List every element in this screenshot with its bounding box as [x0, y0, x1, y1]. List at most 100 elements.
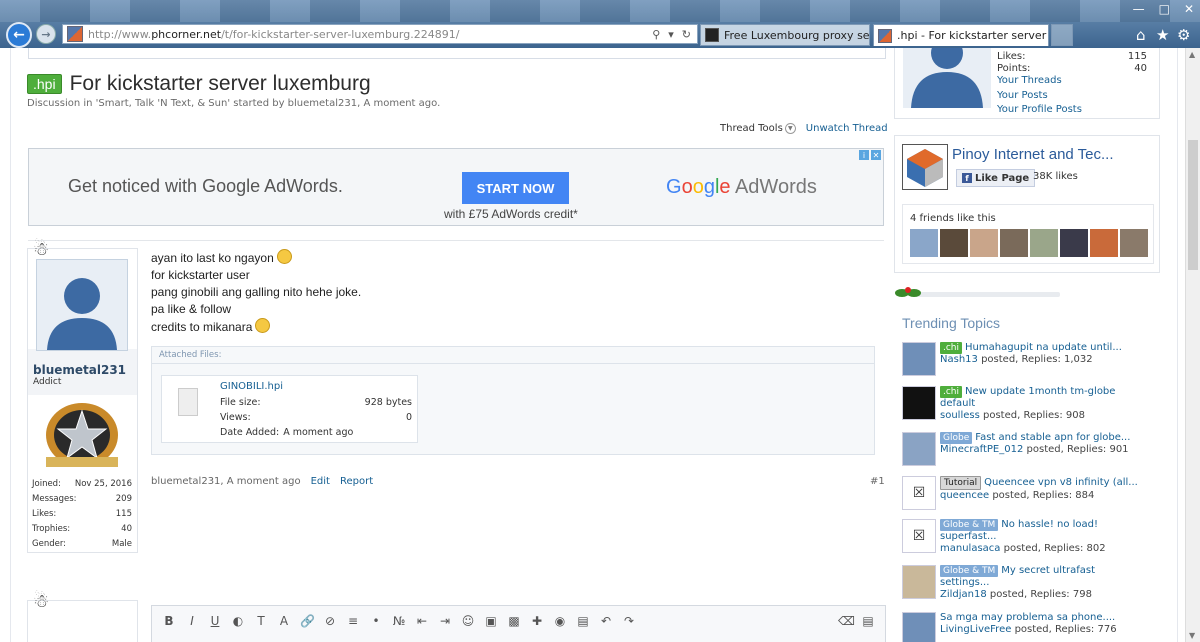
ad-info-icon[interactable]: i	[859, 150, 869, 160]
thread-prefix-badge[interactable]: Tutorial	[940, 476, 982, 490]
friend-avatar[interactable]	[940, 229, 968, 257]
trending-user-link[interactable]: LivingLiveFree	[940, 624, 1011, 635]
bullet-list-icon[interactable]: •	[369, 614, 383, 628]
thread-prefix-badge[interactable]: .chi	[940, 342, 963, 354]
color-icon[interactable]: ◐	[231, 614, 245, 628]
numbered-list-icon[interactable]: №	[392, 614, 406, 628]
trending-item[interactable]: Globe & TM My secret ultrafast settings...…	[902, 565, 1157, 605]
thread-prefix-badge[interactable]: Globe & TM	[940, 519, 999, 531]
source-icon[interactable]: ▤	[861, 614, 875, 628]
your-threads-link[interactable]: Your Threads	[997, 75, 1062, 86]
align-icon[interactable]: ≡	[346, 614, 360, 628]
insert-icon[interactable]: ✚	[530, 614, 544, 628]
trending-thread-link[interactable]: Queencee vpn v8 infinity (all...	[984, 477, 1138, 488]
thread-thumbnail[interactable]	[902, 342, 936, 376]
friend-avatar[interactable]	[970, 229, 998, 257]
trending-thread-link[interactable]: Humahagupit na update until...	[965, 342, 1122, 353]
trending-item[interactable]: .chi Humahagupit na update until... Nash1…	[902, 342, 1157, 382]
ad-choices[interactable]: i ✕	[859, 150, 881, 160]
trending-user-link[interactable]: MinecraftPE_012	[940, 444, 1023, 455]
unwatch-thread-link[interactable]: Unwatch Thread	[806, 123, 888, 134]
thread-thumbnail[interactable]: ☒	[902, 476, 936, 510]
thread-thumbnail[interactable]	[902, 565, 936, 599]
favorites-icon[interactable]: ★	[1156, 26, 1169, 44]
font-size-icon[interactable]: T	[254, 614, 268, 628]
thread-thumbnail[interactable]	[902, 612, 936, 642]
trending-thread-link[interactable]: Fast and stable apn for globe...	[975, 432, 1130, 443]
ad-start-now-button[interactable]: START NOW	[462, 172, 569, 204]
avatar[interactable]	[36, 259, 128, 351]
edit-link[interactable]: Edit	[311, 476, 330, 487]
attachment-card[interactable]: GINOBILI.hpi File size: 928 bytes Views: 0…	[161, 375, 418, 443]
post-byline[interactable]: bluemetal231, A moment ago	[151, 476, 301, 487]
post-number[interactable]: #1	[870, 476, 885, 487]
italic-icon[interactable]: I	[185, 614, 199, 628]
friend-avatar[interactable]	[910, 229, 938, 257]
address-url[interactable]: http://www.phcorner.net/t/for-kickstarte…	[88, 28, 459, 41]
bold-icon[interactable]: B	[162, 614, 176, 628]
facebook-page-name[interactable]: Pinoy Internet and Tec...	[952, 146, 1114, 163]
friend-avatar[interactable]	[1060, 229, 1088, 257]
avatar[interactable]	[903, 48, 991, 108]
eraser-icon[interactable]: ⌫	[838, 614, 855, 628]
refresh-icon[interactable]: ↻	[682, 28, 691, 41]
trending-user-link[interactable]: queencee	[940, 490, 989, 501]
trending-user-link[interactable]: soulless	[940, 410, 980, 421]
friend-avatar[interactable]	[1000, 229, 1028, 257]
close-window-icon[interactable]: ✕	[1184, 2, 1194, 16]
trending-user-link[interactable]: Zildjan18	[940, 589, 987, 600]
underline-icon[interactable]: U	[208, 614, 222, 628]
adwords-banner[interactable]: Get noticed with Google AdWords. START N…	[28, 148, 884, 226]
trending-user-link[interactable]: manulasaca	[940, 543, 1000, 554]
friend-avatar[interactable]	[1030, 229, 1058, 257]
friend-avatar[interactable]	[1120, 229, 1148, 257]
thread-prefix-badge[interactable]: .hpi	[27, 74, 62, 94]
minimize-icon[interactable]: —	[1133, 2, 1145, 16]
trending-item[interactable]: Sa mga may problema sa phone.... LivingL…	[902, 612, 1157, 642]
thread-thumbnail[interactable]	[902, 432, 936, 466]
trending-thread-link[interactable]: Sa mga may problema sa phone....	[940, 612, 1115, 623]
trending-user-link[interactable]: Nash13	[940, 354, 978, 365]
scroll-down-icon[interactable]: ▼	[1189, 631, 1195, 640]
scrollbar-thumb[interactable]	[1188, 140, 1198, 270]
outdent-icon[interactable]: ⇤	[415, 614, 429, 628]
trending-item[interactable]: ☒ Globe & TM No hassle! no load! superfast…	[902, 519, 1157, 559]
trending-item[interactable]: .chi New update 1month tm-globe default so…	[902, 386, 1157, 426]
thread-prefix-badge[interactable]: .chi	[940, 386, 963, 398]
unlink-icon[interactable]: ⊘	[323, 614, 337, 628]
browser-tab-active[interactable]: .hpi - For kickstarter server l... ✕	[873, 24, 1049, 46]
dropdown-icon[interactable]: ▾	[668, 28, 674, 41]
search-icon[interactable]: ⚲	[652, 28, 660, 41]
media-icon[interactable]: ▩	[507, 614, 521, 628]
undo-icon[interactable]: ↶	[599, 614, 613, 628]
maximize-icon[interactable]: □	[1159, 2, 1170, 16]
attachment-filename[interactable]: GINOBILI.hpi	[220, 381, 283, 392]
font-icon[interactable]: A	[277, 614, 291, 628]
smilie-icon[interactable]: ☺	[461, 614, 475, 628]
forward-button[interactable]: →	[36, 24, 56, 44]
reply-editor[interactable]: B I U ◐ T A 🔗 ⊘ ≡ • № ⇤ ⇥ ☺ ▣ ▩ ✚ ◉ ▤ ↶ …	[151, 605, 886, 642]
page-logo[interactable]	[902, 144, 948, 190]
indent-icon[interactable]: ⇥	[438, 614, 452, 628]
image-icon[interactable]: ▣	[484, 614, 498, 628]
your-posts-link[interactable]: Your Posts	[997, 90, 1048, 101]
address-bar[interactable]: http://www.phcorner.net/t/for-kickstarte…	[62, 24, 698, 44]
thread-tools-menu[interactable]: Thread Tools ▼	[720, 123, 796, 134]
new-tab-button[interactable]	[1051, 24, 1073, 46]
thread-prefix-badge[interactable]: Globe & TM	[940, 565, 999, 577]
trending-item[interactable]: ☒ Tutorial Queencee vpn v8 infinity (all.…	[902, 476, 1157, 516]
save-draft-icon[interactable]: ▤	[576, 614, 590, 628]
report-link[interactable]: Report	[340, 476, 373, 487]
camera-icon[interactable]: ◉	[553, 614, 567, 628]
settings-gear-icon[interactable]: ⚙	[1177, 26, 1190, 44]
like-page-button[interactable]: f Like Page	[956, 169, 1036, 187]
trending-item[interactable]: Globe Fast and stable apn for globe... Mi…	[902, 432, 1157, 472]
your-profile-posts-link[interactable]: Your Profile Posts	[997, 104, 1082, 115]
thread-thumbnail[interactable]: ☒	[902, 519, 936, 553]
browser-tab-proxy[interactable]: Free Luxembourg proxy servers.	[700, 24, 870, 46]
back-button[interactable]: ←	[6, 22, 32, 48]
scroll-up-icon[interactable]: ▲	[1189, 50, 1195, 59]
friend-avatar[interactable]	[1090, 229, 1118, 257]
author-username[interactable]: bluemetal231	[33, 363, 126, 377]
home-icon[interactable]: ⌂	[1136, 26, 1146, 44]
